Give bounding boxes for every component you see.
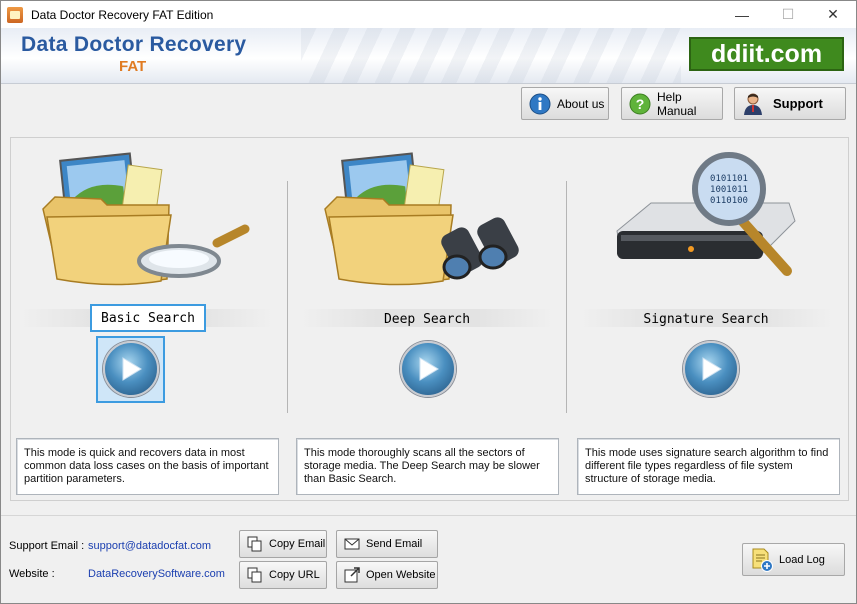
site-logo[interactable]: ddiit.com bbox=[689, 37, 844, 71]
copy-url-label: Copy URL bbox=[269, 569, 320, 581]
play-icon bbox=[702, 357, 722, 381]
help-icon: ? bbox=[629, 93, 651, 115]
help-manual-label: Help Manual bbox=[657, 89, 697, 118]
copy-email-button[interactable]: Copy Email bbox=[239, 530, 327, 558]
folder-magnifier-icon bbox=[41, 149, 251, 292]
mode-divider bbox=[566, 181, 567, 413]
signature-search-label[interactable]: Signature Search bbox=[610, 310, 802, 328]
about-us-label: About us bbox=[557, 96, 605, 111]
support-email-link[interactable]: support@datadocfat.com bbox=[88, 540, 211, 552]
deep-search-start-button[interactable] bbox=[400, 341, 456, 397]
info-icon bbox=[529, 93, 551, 115]
copy-email-label: Copy Email bbox=[269, 538, 326, 550]
maximize-button[interactable]: ☐ bbox=[765, 1, 811, 28]
header-banner: Data Doctor Recovery FAT ddiit.com bbox=[1, 28, 856, 84]
support-button[interactable]: Support bbox=[734, 87, 846, 120]
mail-icon bbox=[344, 538, 360, 550]
brand-title: Data Doctor Recovery bbox=[21, 33, 247, 56]
send-email-button[interactable]: Send Email bbox=[336, 530, 438, 558]
support-email-label: Support Email : bbox=[9, 540, 85, 552]
svg-text:0101101: 0101101 bbox=[710, 174, 748, 184]
support-person-icon bbox=[743, 93, 763, 115]
copy-url-button[interactable]: Copy URL bbox=[239, 561, 327, 589]
signature-search-start-button[interactable] bbox=[683, 341, 739, 397]
drive-magnifier-icon: 0101101 1001011 0110100 bbox=[611, 151, 811, 294]
open-website-label: Open Website bbox=[366, 569, 436, 581]
footer-divider bbox=[1, 515, 856, 516]
title-bar: Data Doctor Recovery FAT Edition — ☐ ✕ bbox=[1, 1, 856, 28]
load-log-label: Load Log bbox=[779, 553, 825, 566]
open-website-button[interactable]: Open Website bbox=[336, 561, 438, 589]
basic-search-label[interactable]: Basic Search bbox=[90, 304, 206, 332]
app-icon bbox=[7, 6, 23, 23]
banner-decoration bbox=[301, 28, 681, 83]
copy-icon bbox=[247, 567, 262, 583]
basic-search-description: This mode is quick and recovers data in … bbox=[16, 438, 279, 495]
signature-search-description: This mode uses signature search algorith… bbox=[577, 438, 840, 495]
deep-search-description: This mode thoroughly scans all the secto… bbox=[296, 438, 559, 495]
send-email-label: Send Email bbox=[366, 538, 423, 550]
help-manual-button[interactable]: ? Help Manual bbox=[621, 87, 723, 120]
brand-subtitle: FAT bbox=[119, 58, 147, 75]
load-log-icon bbox=[751, 548, 773, 572]
load-log-button[interactable]: Load Log bbox=[742, 543, 845, 576]
application-window: Data Doctor Recovery FAT Edition — ☐ ✕ D… bbox=[0, 0, 857, 604]
play-icon bbox=[122, 357, 142, 381]
open-website-icon bbox=[344, 567, 360, 583]
basic-search-start-button[interactable] bbox=[103, 341, 159, 397]
website-label: Website : bbox=[9, 568, 55, 580]
about-us-button[interactable]: About us bbox=[521, 87, 609, 120]
mode-divider bbox=[287, 181, 288, 413]
copy-icon bbox=[247, 536, 262, 552]
folder-binoculars-icon bbox=[323, 149, 533, 292]
svg-text:1001011: 1001011 bbox=[710, 185, 748, 195]
close-button[interactable]: ✕ bbox=[810, 1, 856, 28]
window-title: Data Doctor Recovery FAT Edition bbox=[31, 7, 214, 22]
website-link[interactable]: DataRecoverySoftware.com bbox=[88, 568, 225, 580]
minimize-button[interactable]: — bbox=[719, 1, 765, 28]
deep-search-label[interactable]: Deep Search bbox=[331, 310, 523, 328]
play-icon bbox=[419, 357, 439, 381]
svg-text:0110100: 0110100 bbox=[710, 196, 748, 206]
support-label: Support bbox=[773, 96, 823, 111]
svg-text:?: ? bbox=[636, 96, 645, 112]
